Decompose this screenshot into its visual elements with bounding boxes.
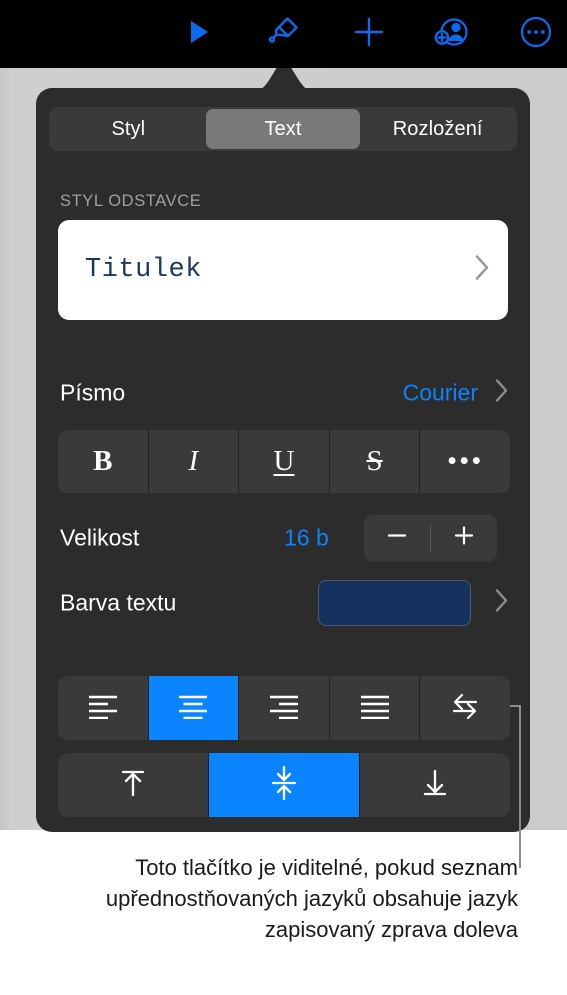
underline-icon: U [273, 445, 295, 477]
tab-styl[interactable]: Styl [51, 109, 206, 149]
bold-icon: B [93, 445, 113, 477]
align-middle-icon [269, 765, 299, 806]
bold-button[interactable]: B [58, 430, 148, 493]
more-circle-icon [519, 15, 553, 54]
size-stepper [364, 514, 497, 562]
minus-icon [385, 524, 409, 553]
align-right-icon [267, 693, 301, 724]
size-row: Velikost 16 b [36, 513, 530, 563]
plus-icon [452, 524, 476, 553]
size-increase-button[interactable] [431, 515, 497, 562]
collaborate-button[interactable] [418, 0, 484, 68]
align-middle-button[interactable] [209, 753, 359, 817]
app-root: Styl Text Rozložení STYL ODSTAVCE Titule… [0, 0, 567, 995]
caption-text: Toto tlačítko je viditelné, pokud seznam… [105, 855, 518, 942]
play-icon [184, 17, 214, 52]
more-text-options-button[interactable]: ••• [420, 430, 510, 493]
vertical-alignment-group [58, 753, 510, 817]
text-color-label: Barva textu [60, 589, 177, 616]
paragraph-style-section-label: STYL ODSTAVCE [60, 192, 202, 210]
tab-text[interactable]: Text [205, 109, 361, 149]
italic-icon: I [188, 445, 199, 477]
align-left-icon [86, 693, 120, 724]
align-center-button[interactable] [148, 676, 239, 740]
strikethrough-button[interactable]: S [329, 430, 420, 493]
underline-button[interactable]: U [239, 430, 329, 493]
italic-button[interactable]: I [148, 430, 239, 493]
text-color-row: Barva textu [36, 575, 530, 631]
align-bottom-icon [420, 766, 450, 805]
size-decrease-button[interactable] [364, 515, 430, 562]
align-left-button[interactable] [58, 676, 148, 740]
add-person-icon [432, 15, 470, 54]
paragraph-style-field[interactable]: Titulek [58, 220, 508, 320]
text-alignment-group [58, 676, 510, 740]
paragraph-style-value: Titulek [85, 255, 202, 285]
size-label: Velikost [60, 524, 140, 551]
font-row: Písmo Courier [36, 370, 530, 416]
more-options-button[interactable] [508, 0, 564, 68]
tab-rozlozeni[interactable]: Rozložení [360, 109, 515, 149]
insert-button[interactable] [338, 0, 400, 68]
top-toolbar [0, 0, 567, 68]
plus-icon [352, 15, 386, 54]
align-top-icon [118, 766, 148, 805]
font-value[interactable]: Courier [403, 380, 478, 407]
format-button[interactable] [250, 0, 316, 68]
chevron-right-icon[interactable] [492, 376, 510, 411]
text-direction-rtl-button[interactable] [420, 676, 510, 740]
size-value[interactable]: 16 b [284, 525, 329, 552]
align-right-button[interactable] [239, 676, 329, 740]
text-style-button-group: B I U S ••• [58, 430, 510, 493]
align-justify-button[interactable] [329, 676, 420, 740]
align-bottom-button[interactable] [360, 753, 510, 817]
format-popover: Styl Text Rozložení STYL ODSTAVCE Titule… [36, 88, 530, 832]
align-center-icon [176, 693, 210, 724]
popover-tabs: Styl Text Rozložení [49, 107, 517, 151]
chevron-right-icon[interactable] [492, 586, 510, 621]
text-color-swatch[interactable] [318, 580, 471, 626]
play-button[interactable] [168, 0, 230, 68]
ellipsis-icon: ••• [446, 445, 484, 477]
font-label: Písmo [60, 379, 126, 406]
align-justify-icon [358, 693, 392, 724]
align-top-button[interactable] [58, 753, 208, 817]
strikethrough-icon: S [366, 445, 383, 477]
bidirectional-arrows-icon [448, 691, 482, 726]
chevron-right-icon [472, 251, 492, 290]
format-brush-icon [265, 14, 301, 55]
